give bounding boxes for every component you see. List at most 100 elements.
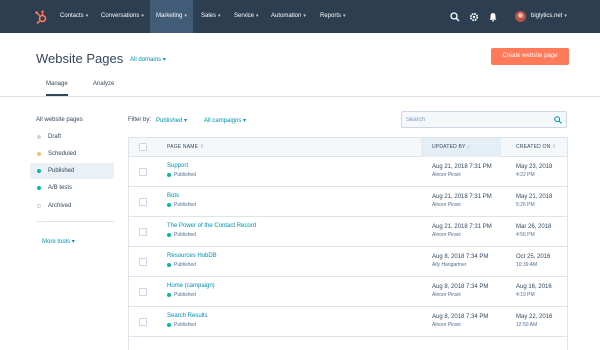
nav-sales[interactable]: Sales ▾ bbox=[201, 0, 221, 33]
row-checkbox[interactable] bbox=[139, 258, 147, 266]
status-dot bbox=[167, 172, 171, 177]
gear-icon[interactable] bbox=[469, 12, 479, 22]
updated-date: Aug 8, 2018 7:34 PM bbox=[432, 254, 489, 260]
page-name-link[interactable]: The Power of the Contact Record bbox=[167, 223, 256, 229]
page-title: Website Pages bbox=[36, 51, 124, 66]
page-name-link[interactable]: Search Results bbox=[167, 313, 208, 319]
sidebar-item-draft[interactable]: Draft bbox=[30, 129, 114, 145]
sidebar-item-archived[interactable]: Archived bbox=[30, 198, 114, 214]
more-tools-dropdown[interactable]: More tools ▾ bbox=[42, 238, 75, 245]
chevron-down-icon: ▾ bbox=[564, 13, 567, 19]
updated-by: Alnoor Pirani bbox=[432, 292, 461, 298]
status-dot bbox=[37, 152, 41, 156]
chevron-down-icon: ▾ bbox=[85, 13, 89, 19]
created-date: Aug 16, 2016 bbox=[516, 284, 552, 290]
table-row: Resources HubDB Published Aug 8, 2018 7:… bbox=[129, 247, 567, 277]
column-header-created-on[interactable]: CREATED ON ⇕ bbox=[516, 138, 556, 157]
status-dot bbox=[37, 135, 41, 139]
chevron-down-icon: ▾ bbox=[184, 118, 188, 124]
created-time: 4:22 PM bbox=[516, 172, 535, 178]
page-name-link[interactable]: Support bbox=[167, 163, 188, 169]
sidebar-divider bbox=[36, 221, 114, 222]
column-header-updated-by[interactable]: UPDATED BY ↓ bbox=[421, 138, 501, 157]
page-name-link[interactable]: Resources HubDB bbox=[167, 253, 217, 259]
updated-date: Aug 8, 2018 7:34 PM bbox=[432, 284, 489, 290]
row-checkbox[interactable] bbox=[139, 228, 147, 236]
avatar[interactable] bbox=[515, 11, 526, 22]
chevron-down-icon: ▾ bbox=[303, 13, 306, 19]
sidebar-title[interactable]: All website pages bbox=[36, 117, 83, 123]
nav-contacts[interactable]: Contacts ▾ bbox=[60, 0, 88, 33]
top-navigation: Contacts ▾ Conversations ▾ Marketing ▾ Sale… bbox=[0, 0, 600, 33]
campaign-filter-dropdown[interactable]: All campaigns ▾ bbox=[204, 117, 246, 124]
page-name-link[interactable]: Home (campaign) bbox=[167, 283, 215, 289]
sort-icon: ⇕ bbox=[552, 144, 557, 150]
search-input[interactable] bbox=[406, 114, 546, 126]
bell-icon[interactable] bbox=[488, 12, 498, 22]
nav-marketing[interactable]: Marketing ▾ bbox=[150, 0, 193, 33]
created-date: May 21, 2018 bbox=[516, 194, 553, 200]
sprocket-logo-icon[interactable] bbox=[34, 10, 48, 24]
created-date: Oct 25, 2016 bbox=[516, 254, 551, 260]
updated-by: Alnoor Pirani bbox=[432, 172, 461, 178]
column-header-page-name[interactable]: PAGE NAME ⇕ bbox=[167, 138, 204, 157]
status-dot bbox=[167, 202, 171, 207]
chevron-down-icon: ▾ bbox=[184, 13, 187, 19]
chevron-down-icon: ▾ bbox=[218, 13, 221, 19]
updated-by: Alnoor Pirani bbox=[432, 322, 461, 328]
table-row: Search Results Published Aug 8, 2018 7:3… bbox=[129, 307, 567, 337]
create-website-page-button[interactable]: Create website page bbox=[491, 48, 569, 65]
created-date: Mar 26, 2018 bbox=[516, 224, 552, 230]
search-box bbox=[401, 111, 567, 128]
row-checkbox[interactable] bbox=[139, 198, 147, 206]
table-row: The Power of the Contact Record Publishe… bbox=[129, 217, 567, 247]
created-time: 12:50 AM bbox=[516, 322, 538, 328]
nav-conversations[interactable]: Conversations ▾ bbox=[101, 0, 144, 33]
row-checkbox[interactable] bbox=[139, 288, 147, 296]
updated-by: Alnoor Pirani bbox=[432, 202, 461, 208]
status-dot bbox=[37, 204, 41, 208]
created-date: May 23, 2018 bbox=[516, 164, 553, 170]
chevron-down-icon: ▾ bbox=[343, 13, 346, 19]
sort-descending-icon: ↓ bbox=[467, 144, 470, 150]
sort-icon: ⇕ bbox=[199, 144, 205, 150]
status-dot bbox=[37, 169, 41, 173]
table-header: PAGE NAME ⇕ UPDATED BY ↓ CREATED ON ⇕ bbox=[129, 137, 567, 157]
status-dot bbox=[37, 186, 41, 190]
created-time: 4:19 PM bbox=[516, 292, 535, 298]
nav-service[interactable]: Service ▾ bbox=[234, 0, 259, 33]
page-status: Published bbox=[167, 292, 196, 298]
created-date: May 22, 2016 bbox=[516, 314, 553, 320]
row-checkbox[interactable] bbox=[139, 318, 147, 326]
tab-manage[interactable]: Manage bbox=[46, 76, 68, 96]
search-icon[interactable] bbox=[450, 12, 460, 22]
page-name-link[interactable]: Bots bbox=[167, 193, 179, 199]
search-icon[interactable] bbox=[554, 116, 562, 124]
pages-table: PAGE NAME ⇕ UPDATED BY ↓ CREATED ON ⇕ Su… bbox=[128, 137, 568, 350]
sidebar-item-ab-tests[interactable]: A/B tests bbox=[30, 180, 114, 196]
status-dot bbox=[167, 292, 171, 297]
created-time: 4:56 PM bbox=[516, 232, 535, 238]
sidebar-item-published[interactable]: Published bbox=[30, 163, 114, 179]
table-row: Support Published Aug 21, 2018 7:31 PM A… bbox=[129, 157, 567, 187]
status-dot bbox=[167, 232, 171, 237]
sidebar-item-scheduled[interactable]: Scheduled bbox=[30, 146, 114, 162]
nav-reports[interactable]: Reports ▾ bbox=[320, 0, 346, 33]
updated-date: Aug 21, 2018 7:31 PM bbox=[432, 194, 492, 200]
tab-analyze[interactable]: Analyze bbox=[93, 76, 114, 96]
row-checkbox[interactable] bbox=[139, 168, 147, 176]
table-row: Bots Published Aug 21, 2018 7:31 PM Alno… bbox=[129, 187, 567, 217]
chevron-down-icon: ▾ bbox=[243, 118, 247, 124]
status-filter-dropdown[interactable]: Published ▾ bbox=[156, 117, 187, 124]
select-all-checkbox[interactable] bbox=[139, 143, 147, 151]
updated-by: Ally Hangartner bbox=[432, 262, 467, 268]
created-time: 10:39 AM bbox=[516, 262, 538, 268]
created-time: 5:26 PM bbox=[516, 202, 535, 208]
domains-dropdown[interactable]: All domains ▾ bbox=[130, 56, 166, 63]
status-dot bbox=[167, 262, 171, 267]
nav-automation[interactable]: Automation ▾ bbox=[271, 0, 306, 33]
page-status: Published bbox=[167, 322, 196, 328]
table-row: Home (campaign) Published Aug 8, 2018 7:… bbox=[129, 277, 567, 307]
account-menu[interactable]: biglytics.net ▾ bbox=[531, 0, 567, 33]
chevron-down-icon: ▾ bbox=[71, 239, 75, 245]
